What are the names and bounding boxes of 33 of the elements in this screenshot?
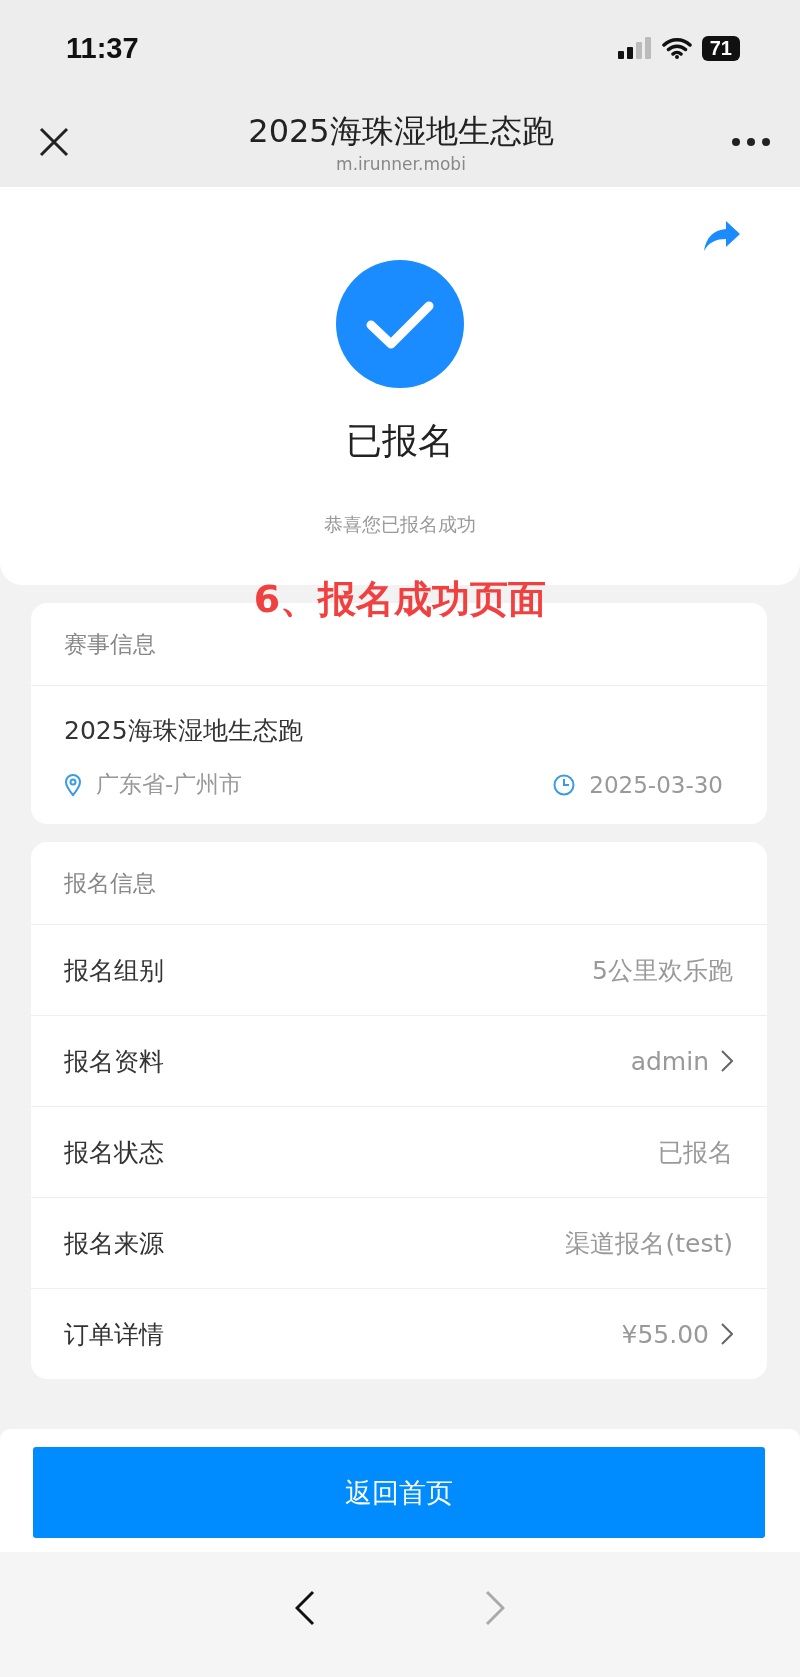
event-location: 广东省-广州市 — [96, 770, 243, 799]
row-value: 渠道报名(test) — [565, 1227, 733, 1260]
more-icon[interactable] — [732, 137, 770, 146]
home-button[interactable]: 返回首页 — [33, 1447, 765, 1538]
share-icon[interactable] — [704, 221, 740, 251]
annotation-text: 6、报名成功页面 — [253, 577, 547, 621]
back-icon[interactable] — [295, 1590, 315, 1626]
location-pin-icon — [64, 772, 82, 797]
row-value: 已报名 — [658, 1136, 733, 1169]
wifi-icon — [661, 37, 692, 59]
event-date: 2025-03-30 — [589, 771, 723, 798]
row-value[interactable]: admin — [630, 1046, 709, 1076]
card-heading: 报名信息 — [31, 842, 767, 925]
close-icon[interactable] — [38, 125, 70, 158]
row-label: 报名组别 — [64, 954, 164, 987]
row-value: 5公里欢乐跑 — [592, 954, 733, 987]
battery-icon: 71 — [701, 35, 740, 61]
row-label: 报名状态 — [64, 1136, 164, 1169]
row-label: 报名资料 — [64, 1045, 164, 1078]
event-name: 2025海珠湿地生态跑 — [63, 715, 304, 747]
success-check-icon — [335, 259, 465, 389]
row-value[interactable]: ¥55.00 — [621, 1319, 709, 1349]
page-title: 2025海珠湿地生态跑 — [248, 110, 554, 152]
result-title: 已报名 — [346, 419, 454, 463]
page-url: m.irunner.mobi — [336, 153, 466, 174]
chevron-right-icon[interactable] — [721, 1050, 733, 1072]
status-time: 11:37 — [66, 31, 139, 65]
row-label: 订单详情 — [64, 1318, 164, 1351]
clock-icon — [553, 773, 576, 796]
result-subtitle: 恭喜您已报名成功 — [324, 512, 476, 537]
signal-icon — [617, 37, 652, 59]
row-label: 报名来源 — [64, 1227, 164, 1260]
chevron-right-icon[interactable] — [721, 1323, 733, 1345]
